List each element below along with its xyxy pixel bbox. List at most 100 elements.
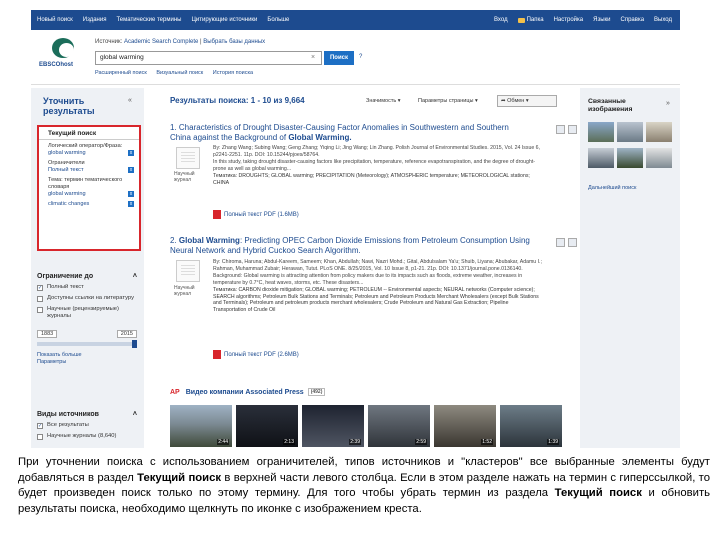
video-thumbnail[interactable]: 2:39 [302,405,364,447]
nav-cited-references[interactable]: Цитирующие источники [191,17,257,23]
search-input[interactable]: global warming [95,51,322,65]
related-image-thumbnail[interactable] [646,122,672,142]
source-academic-journals[interactable]: Научные журналы (8,640) [37,433,141,440]
choose-databases-link[interactable]: Выбрать базы данных [203,39,265,45]
chevron-down-icon: ▾ [525,98,529,104]
nav-folder-label: Папка [526,17,544,23]
limiter-peer-reviewed[interactable]: Научные (рецензируемые) журналы [37,306,141,320]
checkbox[interactable] [37,296,43,302]
current-search-term[interactable]: Полный текст x [39,167,139,174]
video-duration: 2:13 [283,439,295,445]
video-strip: AP Видео компании Associated Press (492)… [170,388,575,450]
checkbox[interactable] [37,434,43,440]
term-text[interactable]: climatic changes [48,201,89,207]
related-image-thumbnail[interactable] [646,148,672,168]
current-search-term[interactable]: climatic changes x [39,201,139,208]
video-title[interactable]: Видео компании Associated Press [186,389,304,396]
related-image-thumbnail[interactable] [588,122,614,142]
result-actions [556,125,580,134]
chevron-down-icon: ▾ [397,98,401,104]
result-item: 1. Characteristics of Drought Disaster-C… [170,123,577,219]
nav-new-search[interactable]: Новый поиск [37,17,73,23]
remove-term-icon[interactable]: x [128,150,134,156]
related-image-thumbnail[interactable] [588,148,614,168]
database-name[interactable]: Academic Search Complete [124,39,198,45]
ebsco-logo[interactable]: EBSCOhost [39,38,89,74]
options-label[interactable]: Параметры [37,359,141,366]
share-button[interactable]: ➦ Обмен ▾ [497,95,557,107]
show-more-link[interactable]: Показать больше Параметры [37,352,141,366]
result-actions [556,238,580,247]
show-more-label[interactable]: Показать больше [37,352,141,359]
video-thumbnail[interactable]: 2:13 [236,405,298,447]
term-text[interactable]: global warming [48,150,86,156]
current-search-title: Текущий поиск [39,127,139,140]
limit-to-section: Ограничение до ˄ ✓ Полный текст Доступны с… [37,273,141,366]
checkbox-checked[interactable]: ✓ [37,285,43,291]
search-help-icon[interactable]: ? [359,54,362,60]
pdf-label[interactable]: Полный текст PDF (1.6MB) [224,212,299,218]
date-to-input[interactable]: 2015 [116,330,137,338]
pdf-full-text-link[interactable]: Полный текст PDF (2.6MB) [213,350,299,359]
current-search-term[interactable]: global warming x [39,191,139,198]
video-thumbnail[interactable]: 2:44 [170,405,232,447]
sort-relevance-dropdown[interactable]: Значимость ▾ [366,98,401,104]
limiter-full-text[interactable]: ✓ Полный текст [37,284,141,291]
remove-term-icon[interactable]: x [128,191,134,197]
nav-subject-terms[interactable]: Тематические термины [116,17,181,23]
date-from-input[interactable]: 1883 [37,330,58,338]
search-history-link[interactable]: История поиска [213,70,253,76]
nav-folder[interactable]: Папка [517,17,544,23]
collapse-right-icon[interactable]: » [666,100,670,107]
nav-preferences[interactable]: Настройка [554,17,584,23]
term-text[interactable]: Полный текст [48,167,84,173]
source-types-header[interactable]: Виды источников ˄ [37,411,141,418]
remove-term-icon[interactable]: x [128,201,134,207]
title-highlight[interactable]: Global Warming [179,236,240,245]
video-thumbnail[interactable]: 1:52 [434,405,496,447]
source-types-section: Виды источников ˄ ✓ Все результаты Научные… [37,411,141,440]
nav-publications[interactable]: Издания [83,17,107,23]
term-text[interactable]: global warming [48,191,86,197]
related-image-thumbnail[interactable] [617,122,643,142]
page-options-dropdown[interactable]: Параметры страницы ▾ [418,98,478,104]
limiter-label: Научные (рецензируемые) журналы [47,306,119,319]
source-all-results[interactable]: ✓ Все результаты [37,422,141,429]
document-thumbnail-icon[interactable] [176,147,200,169]
clear-search-icon[interactable]: × [311,54,315,61]
video-thumbnail[interactable]: 2:59 [368,405,430,447]
video-thumbnail[interactable]: 1:39 [500,405,562,447]
search-button[interactable]: Поиск [324,51,354,65]
pdf-label[interactable]: Полный текст PDF (2.6MB) [224,352,299,358]
nav-sign-in[interactable]: Вход [494,17,508,23]
result-title[interactable]: 2. Global Warming: Predicting OPEC Carbo… [170,236,530,256]
more-images-link[interactable]: Дальнейший поиск [588,185,636,191]
collapse-section-icon[interactable]: ˄ [133,273,137,280]
add-to-folder-icon[interactable] [568,238,577,247]
related-image-thumbnail[interactable] [617,148,643,168]
add-to-folder-icon[interactable] [568,125,577,134]
pdf-full-text-link[interactable]: Полный текст PDF (1.6MB) [213,210,299,219]
collapse-left-icon[interactable]: « [128,97,138,107]
limit-to-header[interactable]: Ограничение до ˄ [37,273,141,280]
nav-languages[interactable]: Языки [593,17,610,23]
collapse-section-icon[interactable]: ˄ [133,411,137,418]
date-slider-handle[interactable] [132,340,137,348]
result-title[interactable]: 1. Characteristics of Drought Disaster-C… [170,123,530,143]
ap-logo: AP [170,388,180,396]
date-slider[interactable] [37,340,137,348]
visual-search-link[interactable]: Визуальный поиск [156,70,203,76]
remove-term-icon[interactable]: x [128,167,134,173]
current-search-term[interactable]: global warming x [39,150,139,157]
preview-icon[interactable] [556,238,565,247]
checkbox-checked[interactable]: ✓ [37,423,43,429]
nav-exit[interactable]: Выход [654,17,672,23]
document-thumbnail-icon[interactable] [176,260,200,282]
nav-more[interactable]: Больше [267,17,289,23]
limiter-references[interactable]: Доступны ссылки на литературу [37,295,141,302]
title-highlight[interactable]: Global Warming. [288,133,351,142]
advanced-search-link[interactable]: Расширенный поиск [95,70,147,76]
nav-help[interactable]: Справка [621,17,645,23]
preview-icon[interactable] [556,125,565,134]
checkbox[interactable] [37,307,43,313]
